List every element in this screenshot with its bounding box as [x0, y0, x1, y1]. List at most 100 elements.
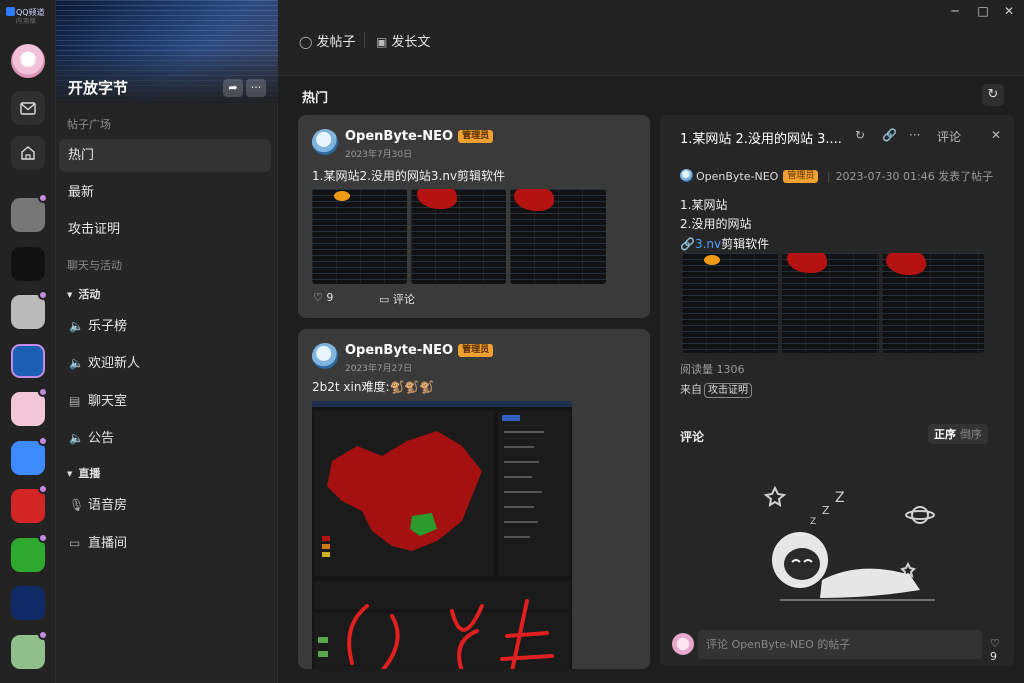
guild-bird-icon[interactable] — [11, 246, 45, 281]
svg-text:Z: Z — [810, 517, 816, 527]
comment-button[interactable]: ▭ 评论 — [379, 291, 415, 307]
new-post-button[interactable]: ◯ 发帖子 — [299, 31, 355, 50]
post-card[interactable]: OpenByte-NEO 管理员 2023年7月30日 1.某网站2.没用的网站3… — [298, 115, 650, 318]
heart-icon: ♡ — [990, 637, 1000, 650]
post-image[interactable] — [312, 401, 572, 669]
feed-title: 热门 — [302, 91, 329, 106]
like-button[interactable]: ♡ 9 — [313, 291, 333, 304]
new-long-post-label: 发长文 — [391, 35, 431, 50]
guild-huawei-icon[interactable] — [11, 489, 45, 523]
heart-icon: ♡ — [313, 291, 323, 304]
refresh-icon[interactable]: ↻ — [982, 84, 1004, 106]
share-icon[interactable]: ➦ — [223, 79, 243, 97]
new-long-post-button[interactable]: ▣ 发长文 — [376, 31, 430, 50]
comments-heading: 评论 — [680, 430, 705, 444]
unread-dot — [38, 290, 48, 300]
nav-item-hot[interactable]: 热门 — [59, 139, 271, 172]
detail-author-line: OpenByte-NEO 管理员 | 2023-07-30 01:46 发表了帖子 — [680, 168, 993, 184]
post-image[interactable] — [510, 189, 606, 284]
channel-chatroom[interactable]: ▤ 聊天室 — [69, 390, 127, 412]
comment-input[interactable]: 评论 OpenByte-NEO 的帖子 — [698, 630, 982, 659]
link-icon: 🔗 — [680, 237, 695, 251]
group-activity-label: 活动 — [78, 288, 101, 301]
maximize-button[interactable]: □ — [974, 4, 992, 18]
source-tag[interactable]: 攻击证明 — [704, 383, 752, 398]
user-avatar[interactable] — [11, 44, 45, 78]
qq-logo-icon — [6, 7, 15, 16]
source-line: 来自 攻击证明 — [680, 381, 752, 398]
post-author[interactable]: OpenByte-NEO 管理员 — [345, 129, 494, 144]
group-activity[interactable]: ▼ 活动 — [67, 286, 100, 302]
app-brand: QQ频道 内测版 — [6, 7, 52, 26]
detail-author[interactable]: OpenByte-NEO — [696, 170, 778, 183]
unread-dot — [38, 435, 48, 446]
post-text: 1.某网站2.没用的网站3.nv剪辑软件 — [312, 169, 506, 183]
minimize-button[interactable]: ─ — [946, 4, 964, 18]
post-image[interactable] — [411, 189, 506, 284]
close-window-button[interactable]: ✕ — [1000, 4, 1018, 18]
channel-welcome[interactable]: 🔈 欢迎新人 — [69, 352, 140, 374]
channel-label: 欢迎新人 — [88, 356, 141, 371]
comment-tool-button[interactable]: 评论 — [937, 128, 961, 145]
close-icon[interactable]: ✕ — [991, 128, 1001, 142]
author-avatar[interactable] — [680, 169, 693, 182]
channel-label: 直播间 — [88, 536, 128, 551]
sort-toggle: 正序 倒序 — [928, 424, 988, 444]
post-author[interactable]: OpenByte-NEO 管理员 — [345, 343, 494, 358]
group-live-label: 直播 — [78, 467, 101, 480]
speech-bubble-icon: ◯ — [299, 35, 313, 49]
current-user-avatar — [672, 633, 694, 655]
detail-time: 2023-07-30 01:46 发表了帖子 — [835, 170, 994, 183]
unread-dot — [38, 193, 48, 203]
detail-image[interactable] — [882, 253, 984, 353]
guild-creeper-icon[interactable] — [11, 537, 45, 572]
brand-title: QQ频道 — [16, 8, 45, 17]
post-card[interactable]: OpenByte-NEO 管理员 2023年7月27日 2b2t xin难度:🐒🐒… — [298, 329, 650, 669]
sort-asc-button[interactable]: 正序 — [932, 428, 958, 441]
nav-item-latest[interactable]: 最新 — [59, 176, 271, 209]
author-avatar[interactable] — [312, 343, 338, 369]
view-count: 阅读量 1306 — [680, 363, 745, 376]
mail-icon[interactable] — [11, 91, 45, 125]
guild-frog-icon[interactable] — [11, 634, 45, 669]
detail-link[interactable]: 3.nv — [695, 237, 721, 251]
post-detail-panel: 1.某网站 2.没用的网站 3.... ↻ 🔗 ··· 评论 ✕ OpenByt… — [660, 115, 1014, 666]
channel-voice-room[interactable]: 🎙 语音房 — [69, 494, 127, 516]
refresh-icon[interactable]: ↻ — [855, 128, 865, 142]
more-options-icon[interactable]: ··· — [909, 128, 920, 142]
author-avatar[interactable] — [312, 129, 338, 155]
chat-icon: ▤ — [69, 394, 81, 408]
svg-text:Z: Z — [835, 490, 845, 506]
detail-line: 2.没用的网站 — [680, 217, 752, 231]
channel-leziban[interactable]: 🔈 乐子榜 — [69, 315, 127, 337]
section-label-posts: 帖子广场 — [67, 118, 111, 131]
caret-down-icon: ▼ — [67, 291, 73, 299]
guild-v-icon[interactable] — [11, 586, 45, 620]
comment-label: 评论 — [392, 293, 415, 306]
post-date: 2023年7月30日 — [345, 150, 413, 160]
detail-image[interactable] — [682, 253, 778, 353]
detail-image[interactable] — [781, 253, 879, 353]
channel-announcement[interactable]: 🔈 公告 — [69, 427, 114, 449]
guild-helmet-icon[interactable] — [11, 198, 45, 232]
guild-name[interactable]: 开放字节 — [68, 77, 128, 98]
guild-robot-icon[interactable] — [11, 440, 45, 475]
home-icon[interactable] — [11, 136, 45, 170]
link-icon[interactable]: 🔗 — [882, 128, 897, 142]
empty-comments-illustration: Z Z Z — [763, 485, 935, 601]
guild-catgirl-icon[interactable] — [11, 392, 45, 426]
post-image[interactable] — [312, 189, 407, 284]
guild-openbyte-icon[interactable] — [11, 343, 45, 378]
section-label-chat: 聊天与活动 — [67, 259, 122, 272]
admin-badge: 管理员 — [783, 170, 819, 183]
video-icon: ▭ — [69, 536, 81, 550]
guild-anime-girl-icon[interactable] — [11, 295, 45, 329]
sort-desc-button[interactable]: 倒序 — [958, 428, 984, 441]
channel-live-room[interactable]: ▭ 直播间 — [69, 532, 127, 554]
detail-like-button[interactable]: ♡ 9 — [990, 637, 1002, 663]
speaker-icon: 🔈 — [69, 431, 84, 445]
admin-badge: 管理员 — [458, 344, 494, 357]
more-options-icon[interactable]: ··· — [246, 79, 266, 97]
group-live[interactable]: ▼ 直播 — [67, 465, 100, 481]
nav-item-attack-proof[interactable]: 攻击证明 — [59, 213, 271, 246]
